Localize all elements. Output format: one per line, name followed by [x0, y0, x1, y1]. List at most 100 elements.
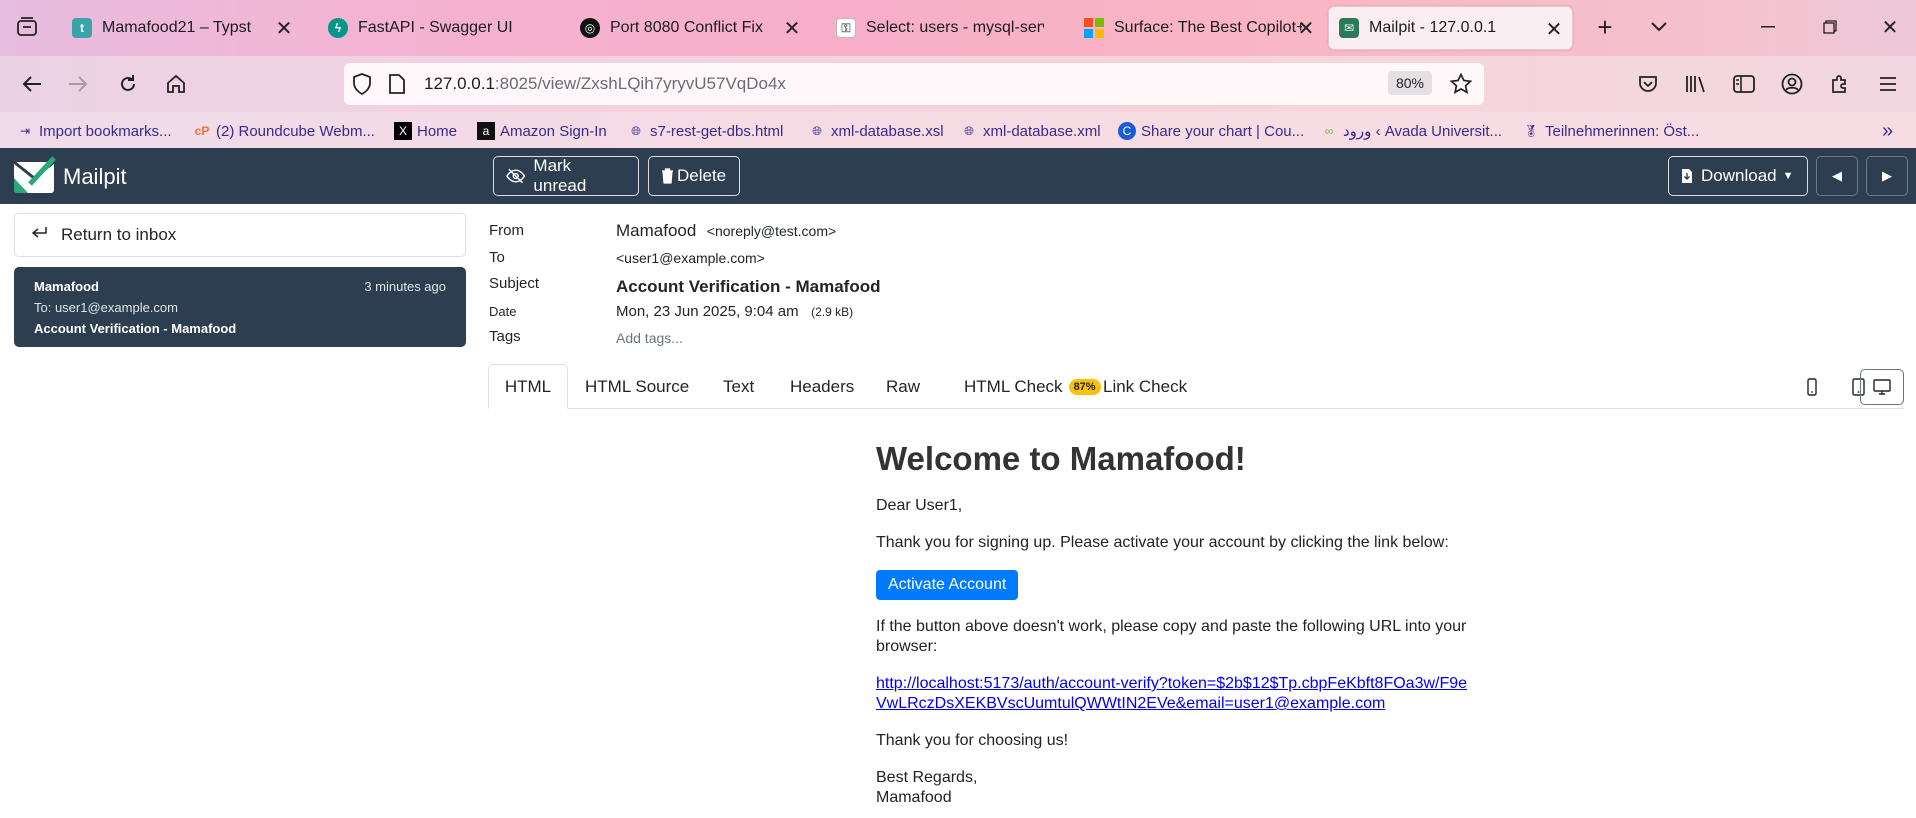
- previous-message-button[interactable]: ◀: [1816, 156, 1858, 196]
- firefox-view-icon[interactable]: [12, 12, 42, 42]
- restore-window-icon[interactable]: [1812, 12, 1848, 42]
- list-all-tabs-icon[interactable]: [1644, 12, 1674, 42]
- browser-tab-port-conflict[interactable]: ◎ Port 8080 Conflict Fix ✕: [570, 6, 810, 50]
- bookmark-label: xml-database.xsl: [831, 122, 944, 140]
- tab-headers[interactable]: Headers: [774, 364, 870, 409]
- browser-tab-fastapi[interactable]: ϟ FastAPI - Swagger UI: [318, 6, 558, 50]
- zoom-indicator[interactable]: 80%: [1387, 71, 1432, 95]
- message-subject: Account Verification - Mamafood: [34, 321, 237, 336]
- minimize-window-icon[interactable]: [1750, 12, 1786, 42]
- browser-tab-typst[interactable]: t Mamafood21 – Typst ✕: [62, 6, 302, 50]
- bookmark-share-chart[interactable]: C Share your chart | Cou...: [1118, 120, 1304, 142]
- tab-title: Port 8080 Conflict Fix: [610, 19, 763, 36]
- tab-html-source[interactable]: HTML Source: [569, 364, 705, 409]
- tab-title: Surface: The Best Copilot+: [1114, 19, 1302, 36]
- from-name: Mamafood: [616, 221, 697, 240]
- bookmark-teilnehmerinnen[interactable]: 🏅︎ Teilnehmerinnen: Öst...: [1522, 120, 1699, 142]
- download-button[interactable]: Download ▼: [1668, 156, 1808, 196]
- date-label: Date: [489, 304, 517, 319]
- url-bar[interactable]: 127.0.0.1:8025/view/ZxshLQih7yryvU57VqDo…: [344, 63, 1484, 105]
- bookmark-amazon[interactable]: a Amazon Sign-In: [477, 120, 607, 142]
- email-fallback-text: If the button above doesn't work, please…: [876, 618, 1467, 655]
- date-value: Mon, 23 Jun 2025, 9:04 am (2.9 kB): [616, 303, 853, 321]
- close-window-icon[interactable]: ✕: [1872, 12, 1908, 42]
- chatgpt-icon: ◎: [580, 18, 600, 38]
- tab-raw[interactable]: Raw: [870, 364, 936, 409]
- bookmark-label: s7-rest-get-dbs.html: [650, 122, 784, 140]
- page-icon[interactable]: [389, 74, 405, 99]
- browser-tab-surface[interactable]: Surface: The Best Copilot+ ✕: [1074, 6, 1324, 50]
- tab-text[interactable]: Text: [707, 364, 770, 409]
- bookmark-star-icon[interactable]: [1449, 72, 1473, 100]
- close-tab-icon[interactable]: ✕: [272, 16, 296, 40]
- tab-link-check[interactable]: Link Check: [1087, 364, 1203, 409]
- bookmark-s7-rest[interactable]: 🌐︎ s7-rest-get-dbs.html: [627, 120, 783, 142]
- extensions-icon[interactable]: [1824, 68, 1856, 100]
- home-icon[interactable]: [160, 68, 192, 100]
- tab-title: FastAPI - Swagger UI: [358, 19, 513, 36]
- mailpit-icon: ✉: [1339, 18, 1359, 38]
- bookmark-import[interactable]: ⇥ Import bookmarks...: [16, 120, 172, 142]
- reload-icon[interactable]: [112, 68, 144, 100]
- delete-label: Delete: [677, 166, 727, 185]
- bookmark-avada[interactable]: ∞ ورود ‹ Avada Universit...: [1320, 120, 1502, 142]
- tab-html[interactable]: HTML: [488, 364, 568, 409]
- message-list-item[interactable]: Mamafood 3 minutes ago To: user1@example…: [14, 267, 466, 347]
- pocket-icon[interactable]: [1632, 68, 1664, 100]
- forward-icon[interactable]: [62, 68, 94, 100]
- url-path: :8025/view/ZxshLQih7yryvU57VqDo4x: [494, 74, 786, 93]
- verification-link[interactable]: http://localhost:5173/auth/account-verif…: [876, 675, 1467, 712]
- globe-icon: 🌐︎: [964, 123, 974, 138]
- close-tab-icon[interactable]: ✕: [780, 16, 804, 40]
- bookmark-roundcube[interactable]: cP (2) Roundcube Webm...: [193, 120, 375, 142]
- menu-icon[interactable]: [1872, 68, 1904, 100]
- mailpit-brand[interactable]: Mailpit: [63, 164, 127, 190]
- medal-icon: 🏅︎: [1523, 124, 1539, 138]
- bookmark-label: Teilnehmerinnen: Öst...: [1545, 122, 1700, 140]
- desktop-view-icon[interactable]: [1860, 369, 1904, 405]
- microsoft-icon: [1084, 18, 1104, 38]
- x-icon: X: [394, 122, 412, 140]
- browser-tab-mailpit[interactable]: ✉ Mailpit - 127.0.0.1 ✕: [1328, 6, 1573, 50]
- tab-title: Mamafood21 – Typst: [102, 19, 252, 36]
- bookmark-label: ورود ‹ Avada Universit...: [1343, 123, 1503, 140]
- trash-icon: [662, 168, 673, 184]
- message-size: (2.9 kB): [811, 305, 854, 319]
- tab-label: HTML Check: [964, 376, 1063, 396]
- delete-button[interactable]: Delete: [648, 156, 740, 196]
- mark-unread-button[interactable]: Mark unread: [493, 156, 639, 196]
- bookmarks-toolbar: ⇥ Import bookmarks... cP (2) Roundcube Web…: [0, 112, 1916, 148]
- next-message-button[interactable]: ▶: [1866, 156, 1908, 196]
- bookmark-xml-xml[interactable]: 🌐︎ xml-database.xml: [960, 120, 1100, 142]
- activate-account-button[interactable]: Activate Account: [876, 570, 1019, 600]
- close-tab-icon[interactable]: ✕: [1542, 17, 1566, 41]
- email-thanks: Thank you for choosing us!: [876, 732, 1069, 749]
- message-time: 3 minutes ago: [364, 279, 446, 294]
- bookmark-home[interactable]: X Home: [394, 120, 457, 142]
- library-icon[interactable]: [1680, 68, 1712, 100]
- more-bookmarks-icon[interactable]: »: [1882, 120, 1893, 142]
- tags-input[interactable]: Add tags...: [616, 330, 683, 346]
- caret-right-icon: ▶: [1882, 168, 1892, 183]
- date-text: Mon, 23 Jun 2025, 9:04 am: [616, 303, 799, 320]
- tab-title: Mailpit - 127.0.0.1: [1369, 19, 1497, 36]
- c-icon: C: [1118, 122, 1136, 140]
- url-text[interactable]: 127.0.0.1:8025/view/ZxshLQih7yryvU57VqDo…: [424, 74, 786, 94]
- account-icon[interactable]: [1776, 68, 1808, 100]
- globe-icon: 🌐︎: [631, 123, 641, 138]
- close-tab-icon[interactable]: ✕: [1294, 16, 1318, 40]
- shield-icon[interactable]: [352, 73, 372, 100]
- browser-tab-mysql[interactable]: ⚿ Select: users - mysql-servic: [826, 6, 1066, 50]
- new-tab-button[interactable]: +: [1590, 12, 1620, 42]
- signoff-text: Best Regards,: [876, 769, 978, 786]
- bookmark-xml-xsl[interactable]: 🌐︎ xml-database.xsl: [808, 120, 944, 142]
- sidebar-icon[interactable]: [1728, 68, 1760, 100]
- mailpit-header: Mailpit Mark unread Delete Download ▼ ◀ …: [0, 148, 1916, 204]
- file-download-icon: [1682, 169, 1692, 183]
- return-to-inbox-button[interactable]: Return to inbox: [14, 213, 466, 257]
- mark-unread-label: Mark unread: [533, 156, 587, 195]
- back-icon[interactable]: [16, 68, 48, 100]
- fastapi-icon: ϟ: [328, 18, 348, 38]
- phone-view-icon[interactable]: [1792, 369, 1832, 405]
- mailpit-logo-icon[interactable]: [12, 156, 56, 196]
